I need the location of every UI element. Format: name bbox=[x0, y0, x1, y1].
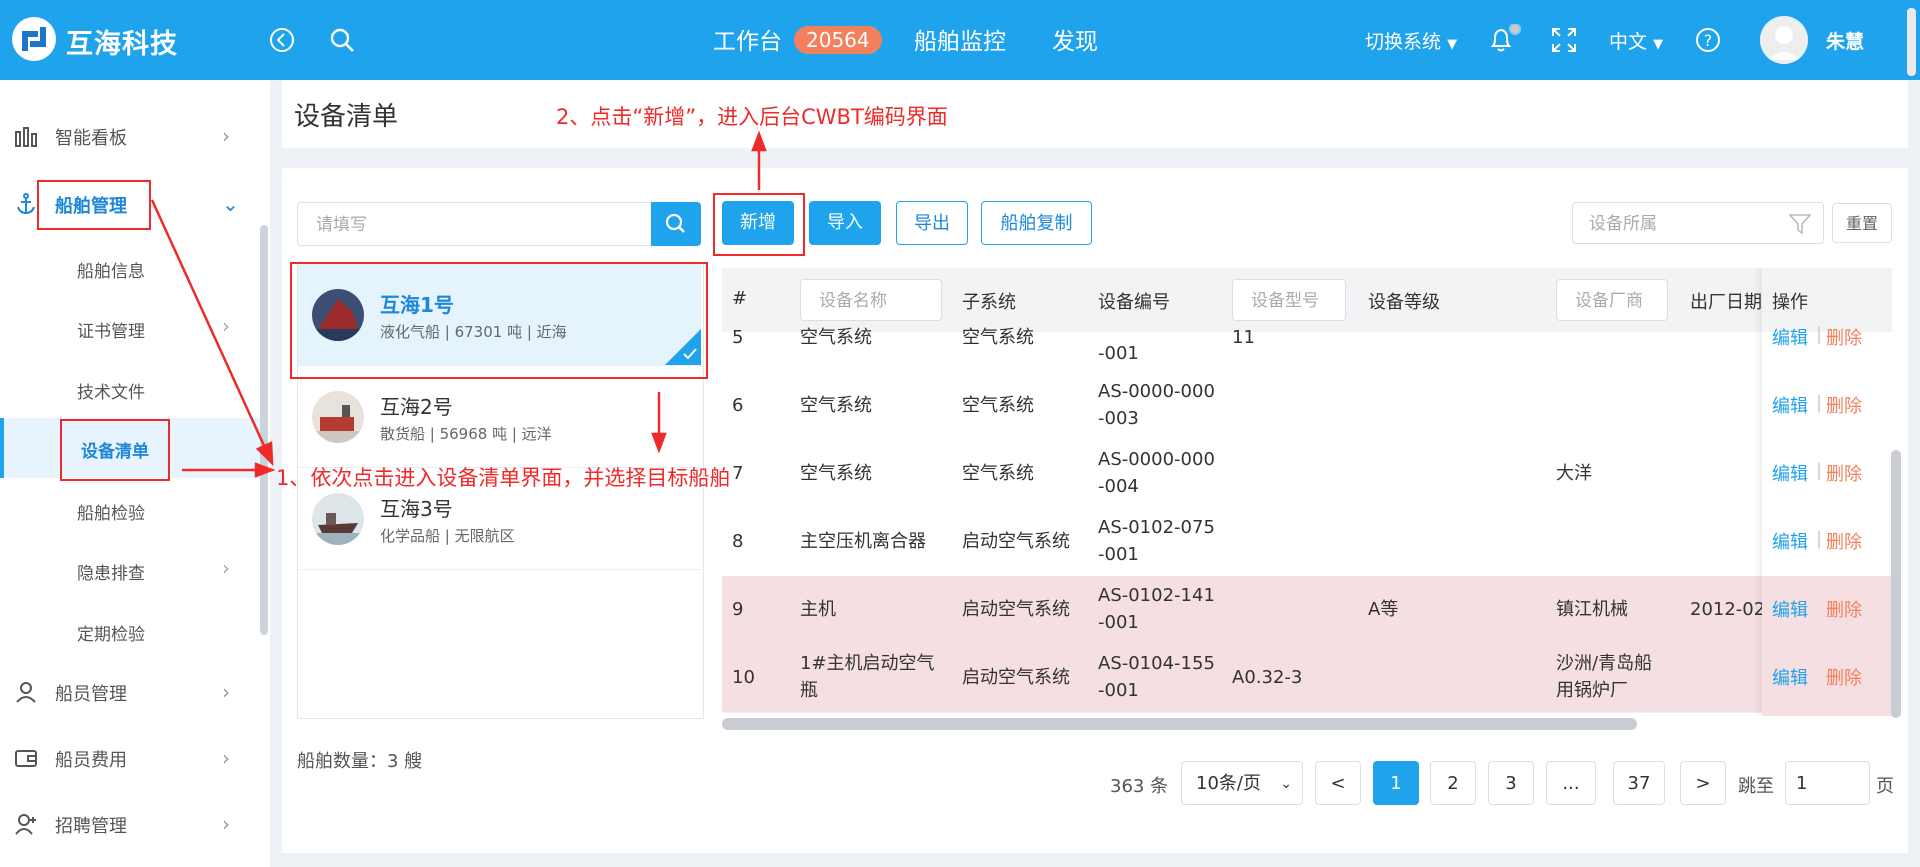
annotation-arrows bbox=[150, 130, 767, 478]
annotation-step1: 1、依次点击进入设备清单界面，并选择目标船舶 bbox=[276, 466, 731, 490]
annotation-step2: 2、点击“新增”，进入后台CWBT编码界面 bbox=[556, 105, 948, 129]
